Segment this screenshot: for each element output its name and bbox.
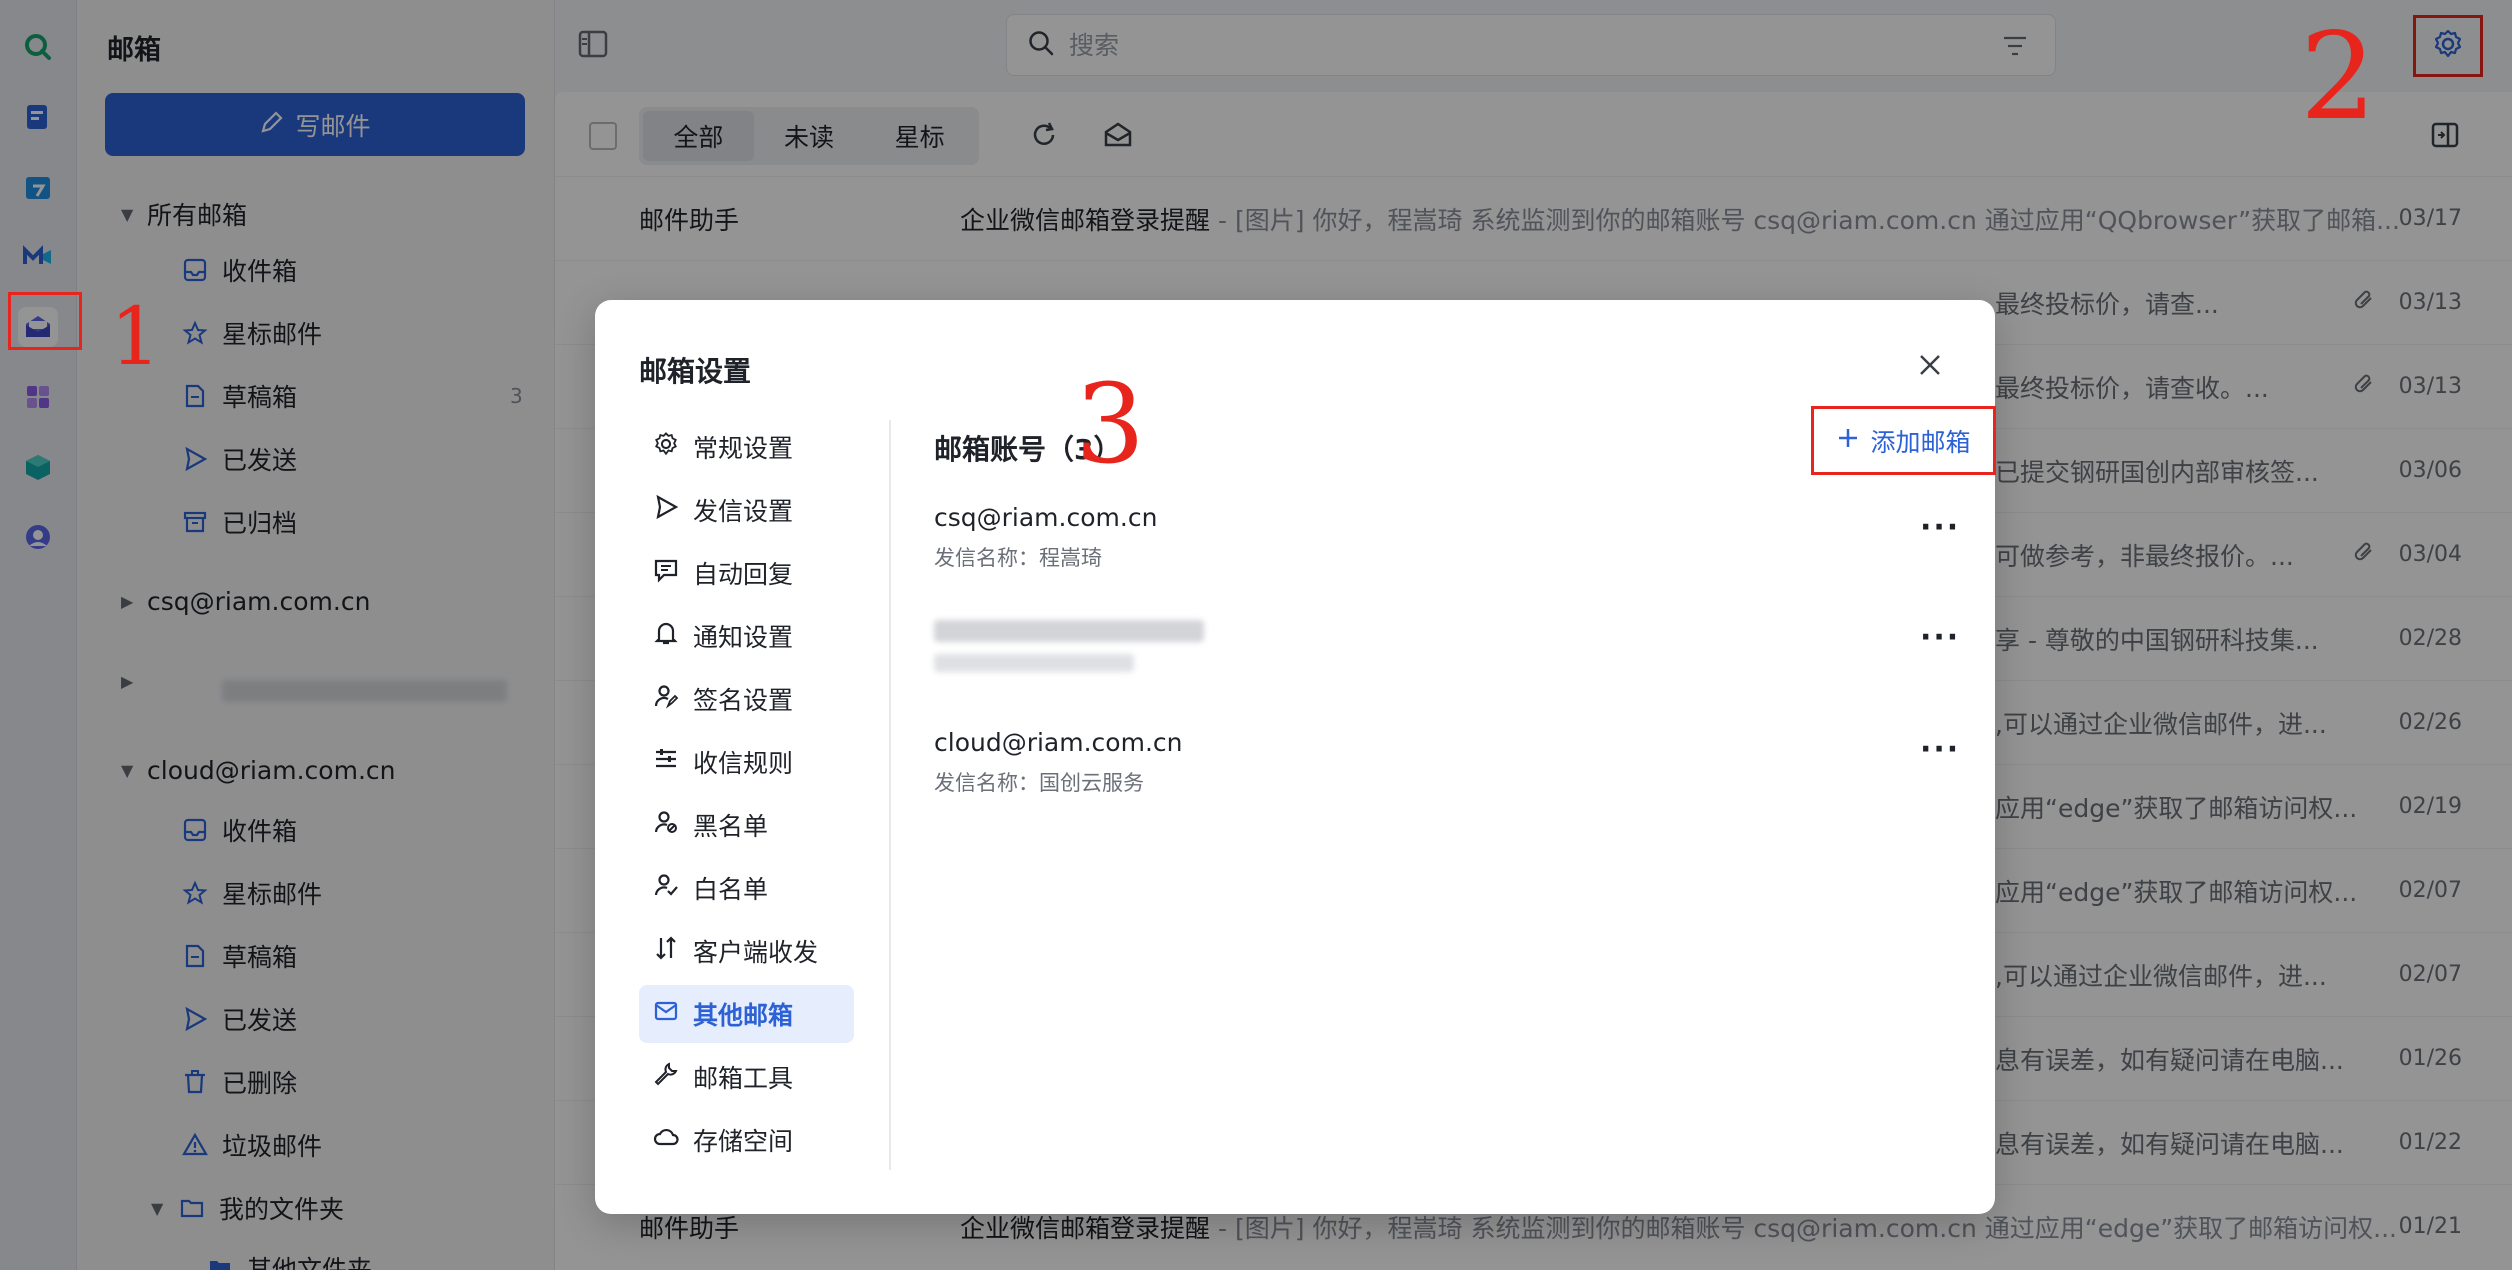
signature-icon: [653, 683, 679, 715]
menu-signature[interactable]: 签名设置: [639, 670, 854, 728]
plus-icon: [1836, 426, 1860, 456]
mail-settings-dialog: 邮箱设置 常规设置 发信设置 自动回复 通知设置 签名设置 收信规则 黑名单 白…: [595, 300, 1996, 1214]
rules-icon: [653, 746, 679, 778]
dialog-title: 邮箱设置: [639, 355, 752, 388]
menu-client-sync[interactable]: 客户端收发: [639, 922, 854, 980]
redacted-account-name: [934, 654, 1134, 672]
auto-reply-icon: [653, 557, 679, 589]
wrench-icon: [653, 1061, 679, 1093]
redacted-account-email: [934, 620, 1204, 642]
more-options-icon[interactable]: ···: [1920, 732, 1960, 767]
gear-icon: [653, 431, 679, 463]
menu-rules[interactable]: 收信规则: [639, 733, 854, 791]
menu-send[interactable]: 发信设置: [639, 481, 854, 539]
send-icon: [653, 494, 679, 526]
menu-auto-reply[interactable]: 自动回复: [639, 544, 854, 602]
more-options-icon[interactable]: ···: [1920, 510, 1960, 545]
annotation-1: 1: [110, 290, 161, 383]
menu-notifications[interactable]: 通知设置: [639, 607, 854, 665]
menu-whitelist[interactable]: 白名单: [639, 859, 854, 917]
menu-storage[interactable]: 存储空间: [639, 1111, 854, 1169]
bell-icon: [653, 620, 679, 652]
menu-blacklist[interactable]: 黑名单: [639, 796, 854, 854]
cloud-icon: [653, 1124, 679, 1156]
account-item: csq@riam.com.cn 发信名称：程嵩琦: [934, 503, 1157, 572]
dialog-divider: [889, 420, 891, 1170]
account-email: csq@riam.com.cn: [934, 503, 1158, 532]
annotation-box-1: [8, 292, 82, 350]
add-mailbox-label: 添加邮箱: [1870, 427, 1971, 457]
client-sync-icon: [653, 935, 679, 967]
mail-icon: [653, 998, 679, 1030]
more-options-icon[interactable]: ···: [1920, 620, 1960, 655]
annotation-3: 3: [1075, 360, 1145, 488]
account-email: cloud@riam.com.cn: [934, 728, 1183, 757]
menu-other-mailbox[interactable]: 其他邮箱: [639, 985, 854, 1043]
whitelist-icon: [653, 872, 679, 904]
blacklist-icon: [653, 809, 679, 841]
add-mailbox-button[interactable]: 添加邮箱: [1811, 406, 1996, 475]
menu-tools[interactable]: 邮箱工具: [639, 1048, 854, 1106]
account-sender-name: 发信名称：程嵩琦: [934, 546, 1102, 570]
account-item: cloud@riam.com.cn 发信名称：国创云服务: [934, 728, 1182, 797]
menu-general[interactable]: 常规设置: [639, 418, 854, 476]
annotation-2: 2: [2300, 8, 2377, 147]
close-icon[interactable]: [1913, 348, 1947, 382]
account-sender-name: 发信名称：国创云服务: [934, 771, 1144, 795]
